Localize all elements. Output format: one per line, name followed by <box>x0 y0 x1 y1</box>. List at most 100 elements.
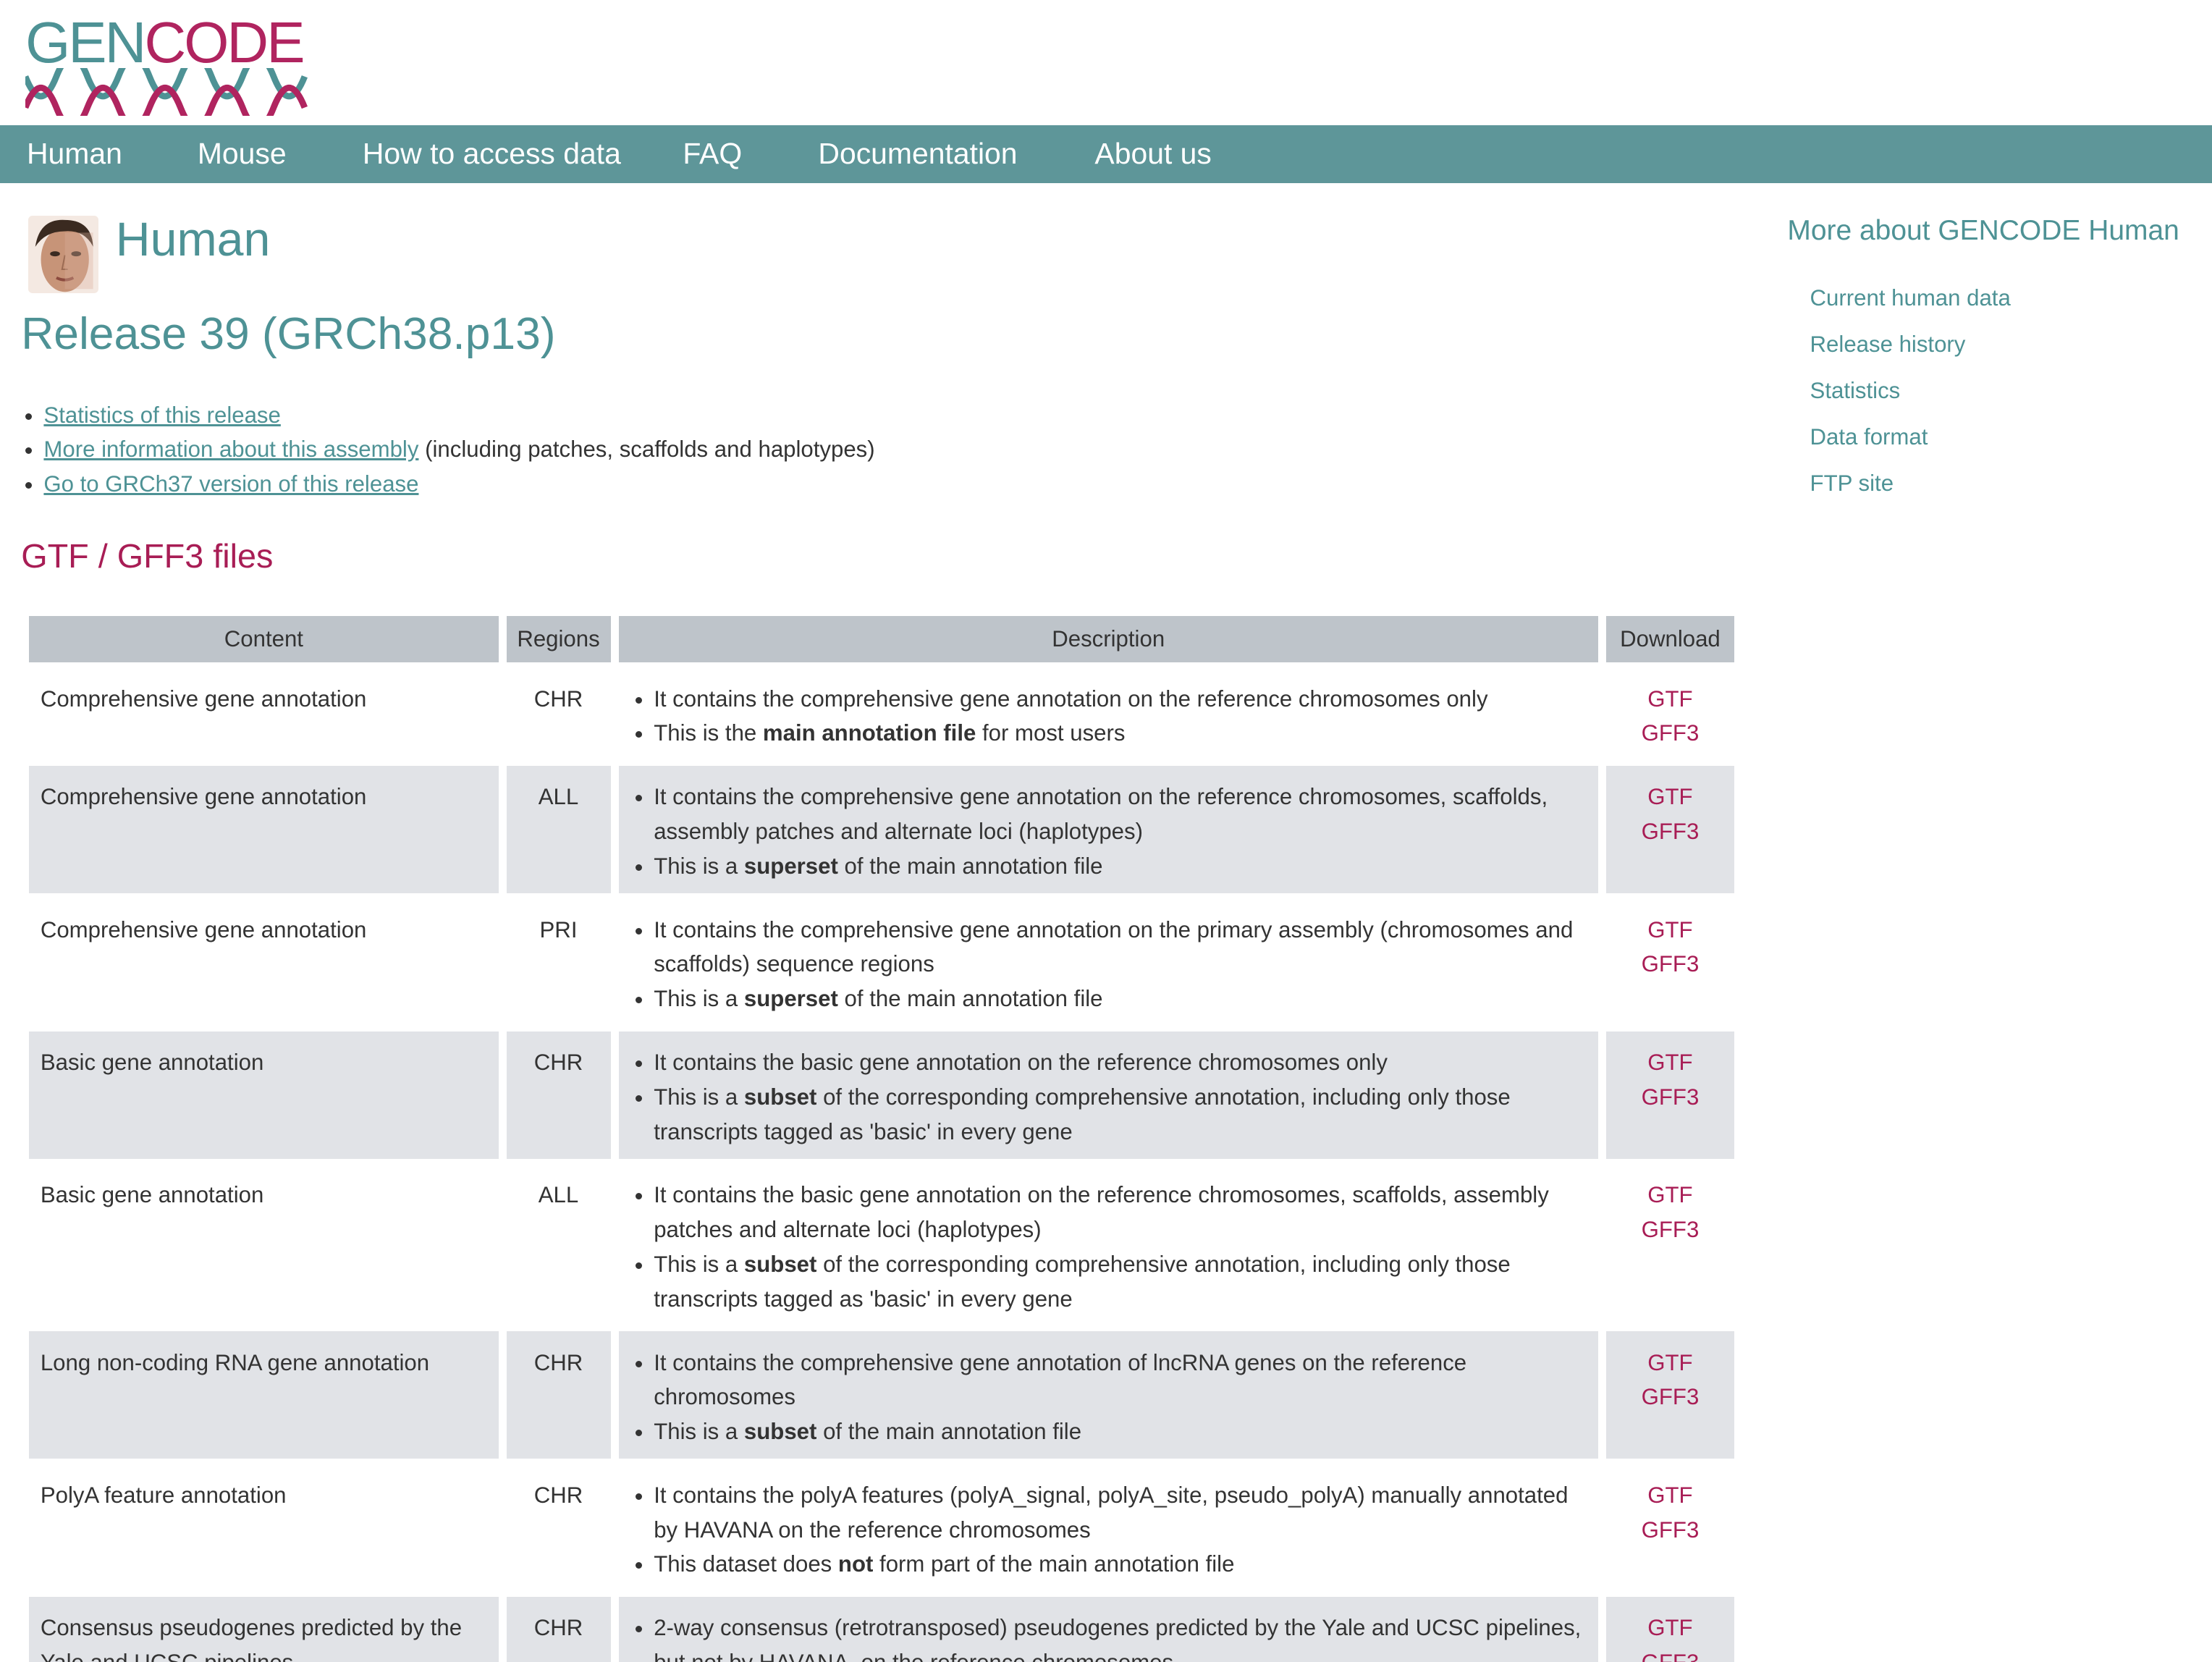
table-row: Comprehensive gene annotation CHR It conta… <box>29 667 1734 761</box>
table-row: Long non-coding RNA gene annotationCHR It… <box>29 1331 1734 1459</box>
cell-description: It contains the comprehensive gene annot… <box>619 898 1598 1026</box>
cell-description: It contains the basic gene annotation on… <box>619 1164 1598 1326</box>
table-row: Comprehensive gene annotation PRI It conta… <box>29 898 1734 1026</box>
description-item: This is a superset of the main annotatio… <box>654 982 1587 1016</box>
header-regions: Regions <box>506 615 611 663</box>
nav-about-us[interactable]: About us <box>1094 125 1211 183</box>
download-gff3-link[interactable]: GFF3 <box>1617 1645 1723 1662</box>
download-gff3-link[interactable]: GFF3 <box>1617 1380 1723 1414</box>
description-item: This is the main annotation file for mos… <box>654 716 1587 751</box>
cell-region: CHR <box>533 686 583 712</box>
cell-content: Long non-coding RNA gene annotation <box>29 1331 499 1459</box>
site-header: GENCODE <box>0 0 2212 125</box>
cell-content: Basic gene annotation <box>40 1182 264 1208</box>
description-item: It contains the comprehensive gene annot… <box>654 682 1587 717</box>
download-gtf-link[interactable]: GTF <box>1617 1346 1723 1380</box>
description-item: 2-way consensus (retrotransposed) pseudo… <box>654 1611 1587 1662</box>
cell-region: CHR <box>506 1596 611 1662</box>
list-item: More information about this assembly (in… <box>43 432 874 467</box>
description-item: It contains the comprehensive gene annot… <box>654 1346 1587 1415</box>
download-gff3-link[interactable]: GFF3 <box>1617 716 1723 751</box>
cell-content: Comprehensive gene annotation <box>29 765 499 894</box>
cell-region: CHR <box>506 1031 611 1159</box>
description-item: It contains the basic gene annotation on… <box>654 1045 1587 1080</box>
cell-description: It contains the polyA features (polyA_si… <box>619 1464 1598 1591</box>
header-description: Description <box>618 615 1598 663</box>
cell-download: GTFGFF3 <box>1606 1164 1734 1326</box>
download-gtf-link[interactable]: GTF <box>1617 1611 1723 1645</box>
cell-description: It contains the comprehensive gene annot… <box>618 765 1598 894</box>
description-item: This dataset does not form part of the m… <box>654 1547 1587 1582</box>
table-row: Comprehensive gene annotationALL It conta… <box>29 765 1734 894</box>
human-avatar <box>28 216 99 294</box>
description-item: It contains the comprehensive gene annot… <box>654 913 1587 982</box>
nav-human[interactable]: Human <box>27 125 122 183</box>
download-gtf-link[interactable]: GTF <box>1617 780 1723 814</box>
cell-content: Basic gene annotation <box>29 1031 499 1159</box>
table-header-row: Content Regions Description Download <box>29 615 1734 663</box>
sidebar-item-statistics[interactable]: Statistics <box>1810 368 2211 414</box>
download-gtf-link[interactable]: GTF <box>1617 913 1723 948</box>
release-links: Statistics of this release More informat… <box>0 398 874 502</box>
download-gtf-link[interactable]: GTF <box>1617 682 1723 717</box>
download-gff3-link[interactable]: GFF3 <box>1617 947 1723 982</box>
sidebar-item-ftp-site[interactable]: FTP site <box>1810 460 2211 507</box>
grch37-link[interactable]: Go to GRCh37 version of this release <box>43 471 418 497</box>
header-content: Content <box>29 615 499 663</box>
sidebar-item-release-history[interactable]: Release history <box>1810 321 2211 368</box>
nav-faq[interactable]: FAQ <box>683 125 742 183</box>
description-item: It contains the basic gene annotation on… <box>654 1178 1587 1247</box>
table-row: PolyA feature annotation CHR It contains t… <box>29 1464 1734 1591</box>
description-item: It contains the comprehensive gene annot… <box>654 780 1587 849</box>
cell-download: GTFGFF3 <box>1605 1596 1734 1662</box>
logo-wordmark: GENCODE <box>25 10 305 75</box>
sidebar-item-current-human-data[interactable]: Current human data <box>1810 275 2211 321</box>
main-nav: Human Mouse How to access data FAQ Docum… <box>0 125 2212 184</box>
cell-region: PRI <box>539 916 578 942</box>
sidebar: More about GENCODE Human Current human d… <box>1787 211 2211 506</box>
cell-region: CHR <box>506 1331 611 1459</box>
nav-how-to-access-data[interactable]: How to access data <box>363 125 621 183</box>
description-item: This is a subset of the main annotation … <box>654 1414 1587 1449</box>
download-gff3-link[interactable]: GFF3 <box>1617 814 1723 849</box>
table-row: Basic gene annotationCHR It contains the … <box>29 1031 1734 1159</box>
cell-description: It contains the basic gene annotation on… <box>618 1031 1598 1159</box>
nav-documentation[interactable]: Documentation <box>818 125 1017 183</box>
description-item: It contains the polyA features (polyA_si… <box>654 1478 1587 1548</box>
download-gff3-link[interactable]: GFF3 <box>1617 1080 1723 1115</box>
table-row: Consensus pseudogenes predicted by the Y… <box>29 1596 1734 1662</box>
sidebar-item-data-format[interactable]: Data format <box>1810 414 2211 460</box>
sidebar-title: More about GENCODE Human <box>1787 215 2179 247</box>
cell-content: Comprehensive gene annotation <box>40 686 367 712</box>
cell-content: PolyA feature annotation <box>40 1482 287 1508</box>
description-item: This is a superset of the main annotatio… <box>654 849 1587 884</box>
download-gff3-link[interactable]: GFF3 <box>1617 1212 1723 1247</box>
assembly-info-link[interactable]: More information about this assembly <box>43 436 418 462</box>
cell-download: GTFGFF3 <box>1606 1464 1734 1591</box>
description-item: This is a subset of the corresponding co… <box>654 1247 1587 1317</box>
cell-download: GTFGFF3 <box>1605 1331 1734 1459</box>
download-gtf-link[interactable]: GTF <box>1617 1178 1723 1212</box>
cell-description: It contains the comprehensive gene annot… <box>619 667 1598 761</box>
nav-mouse[interactable]: Mouse <box>198 125 287 183</box>
gencode-logo[interactable]: GENCODE <box>25 10 308 116</box>
cell-content: Comprehensive gene annotation <box>40 916 367 942</box>
download-gtf-link[interactable]: GTF <box>1617 1478 1723 1513</box>
cell-download: GTFGFF3 <box>1606 898 1734 1026</box>
cell-region: CHR <box>533 1482 583 1508</box>
release-title: Release 39 (GRCh38.p13) <box>21 308 556 359</box>
statistics-link[interactable]: Statistics of this release <box>43 402 280 428</box>
cell-region: ALL <box>538 1182 579 1208</box>
table-row: Basic gene annotation ALL It contains the … <box>29 1164 1734 1326</box>
assembly-note: (including patches, scaffolds and haplot… <box>418 436 875 463</box>
files-table: Content Regions Description Download Com… <box>21 611 1742 1662</box>
download-gtf-link[interactable]: GTF <box>1617 1045 1723 1080</box>
sidebar-list: Current human data Release history Stati… <box>1787 275 2211 507</box>
dna-helix-icon <box>25 67 308 116</box>
download-gff3-link[interactable]: GFF3 <box>1617 1513 1723 1548</box>
species-title: Human <box>115 213 271 267</box>
list-item: Statistics of this release <box>43 398 874 433</box>
cell-content: Consensus pseudogenes predicted by the Y… <box>29 1596 499 1662</box>
cell-download: GTFGFF3 <box>1606 667 1734 761</box>
cell-description: It contains the comprehensive gene annot… <box>618 1331 1598 1459</box>
